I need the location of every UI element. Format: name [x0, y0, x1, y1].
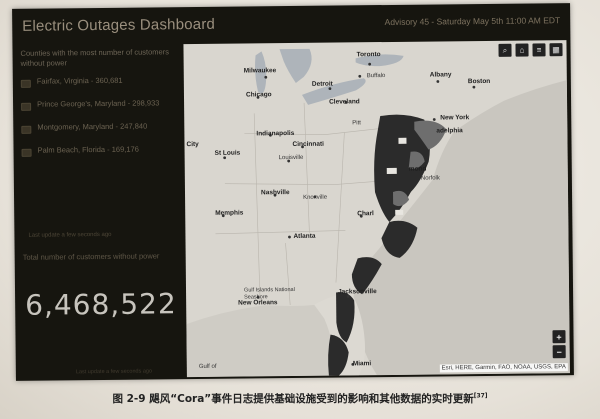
list-item[interactable]: Fairfax, Virginia - 360,681	[20, 75, 176, 88]
city-label: Indianapolis	[256, 129, 295, 138]
city-label: Norfolk	[420, 175, 440, 182]
city-label: Knoxville	[303, 194, 328, 201]
county-label: Prince George's, Maryland - 298,933	[37, 98, 160, 109]
list-item[interactable]: Palm Beach, Florida - 169,176	[21, 144, 177, 157]
city-label: Pitt	[352, 120, 361, 127]
folder-icon	[20, 79, 31, 88]
city-label: City	[186, 140, 199, 149]
basemap-icon[interactable]: ▦	[549, 43, 563, 57]
list-updated-note: Last update a few seconds ago	[28, 231, 112, 239]
list-item[interactable]: Prince George's, Maryland - 298,933	[21, 98, 176, 111]
total-updated-note: Last update a few seconds ago	[75, 368, 153, 376]
city-label: Charl	[357, 210, 374, 218]
county-label: Fairfax, Virginia - 360,681	[36, 75, 123, 86]
map-attribution: Esri, HERE, Garmin, FAO, NOAA, USGS, EPA	[439, 363, 568, 373]
city-label: Jacksonville	[338, 288, 377, 296]
city-label: New York	[440, 114, 470, 122]
lake-huron	[279, 48, 312, 83]
city-label: Detroit	[311, 80, 333, 88]
city-label: Milwaukee	[243, 67, 277, 75]
advisory-text: Advisory 45 - Saturday May 5th 11:00 AM …	[384, 15, 561, 28]
city-label: Boston	[467, 77, 491, 86]
city-label: adelphia	[436, 127, 463, 135]
outage-map[interactable]: Toronto Buffalo Milwaukee Detroit Albany…	[183, 40, 570, 378]
caption-text: 图 2-9 飓风“Cora”事件日志提供基础设施受到的影响和其他数据的实时更新	[112, 393, 474, 405]
map-toolbar: ⌕ ⌂ ≡ ▦	[498, 43, 563, 57]
total-customers-label: Total number of customers without power	[22, 251, 160, 262]
total-customers-value: 6,468,522	[24, 287, 177, 322]
home-icon[interactable]: ⌂	[515, 43, 529, 57]
dashboard-window: Electric Outages Dashboard Advisory 45 -…	[12, 3, 574, 381]
city-label: Gulf of	[198, 363, 217, 370]
city-label: Toronto	[356, 51, 381, 59]
dashboard-title: Electric Outages Dashboard	[22, 15, 216, 35]
city-label: Cincinnati	[292, 140, 324, 149]
city-label: St Louis	[214, 149, 241, 157]
left-panel: Counties with the most number of custome…	[12, 43, 184, 381]
city-label: Cleveland	[329, 98, 360, 106]
zoom-in-button[interactable]: +	[552, 330, 566, 344]
zoom-controls: + −	[552, 330, 566, 360]
county-label: Montgomery, Maryland - 247,840	[37, 121, 148, 132]
city-label: Miami	[352, 360, 372, 368]
folder-icon	[21, 148, 32, 157]
layers-icon[interactable]: ≡	[532, 43, 546, 57]
dashboard-header: Electric Outages Dashboard Advisory 45 -…	[12, 3, 570, 43]
city-label: Chicago	[245, 91, 272, 99]
list-item[interactable]: Montgomery, Maryland - 247,840	[21, 121, 176, 134]
caption-reference: [37]	[473, 392, 488, 400]
county-label: Palm Beach, Florida - 169,176	[37, 144, 139, 155]
city-label: Buffalo	[366, 73, 386, 80]
city-label: Nashville	[260, 189, 290, 197]
city-label: Atlanta	[293, 232, 316, 240]
city-label: Gulf Islands National Seashore	[243, 286, 295, 301]
county-list: Fairfax, Virginia - 360,681 Prince Georg…	[20, 75, 177, 169]
city-label: mond	[408, 165, 427, 173]
search-icon[interactable]: ⌕	[498, 43, 512, 57]
county-list-heading: Counties with the most number of custome…	[20, 47, 169, 68]
city-label: Louisville	[278, 154, 304, 162]
folder-icon	[21, 125, 32, 134]
folder-icon	[21, 102, 32, 111]
zoom-out-button[interactable]: −	[552, 345, 566, 359]
city-label: Albany	[429, 71, 452, 79]
figure-caption: 图 2-9 飓风“Cora”事件日志提供基础设施受到的影响和其他数据的实时更新[…	[0, 391, 600, 406]
city-label: Memphis	[215, 209, 244, 217]
